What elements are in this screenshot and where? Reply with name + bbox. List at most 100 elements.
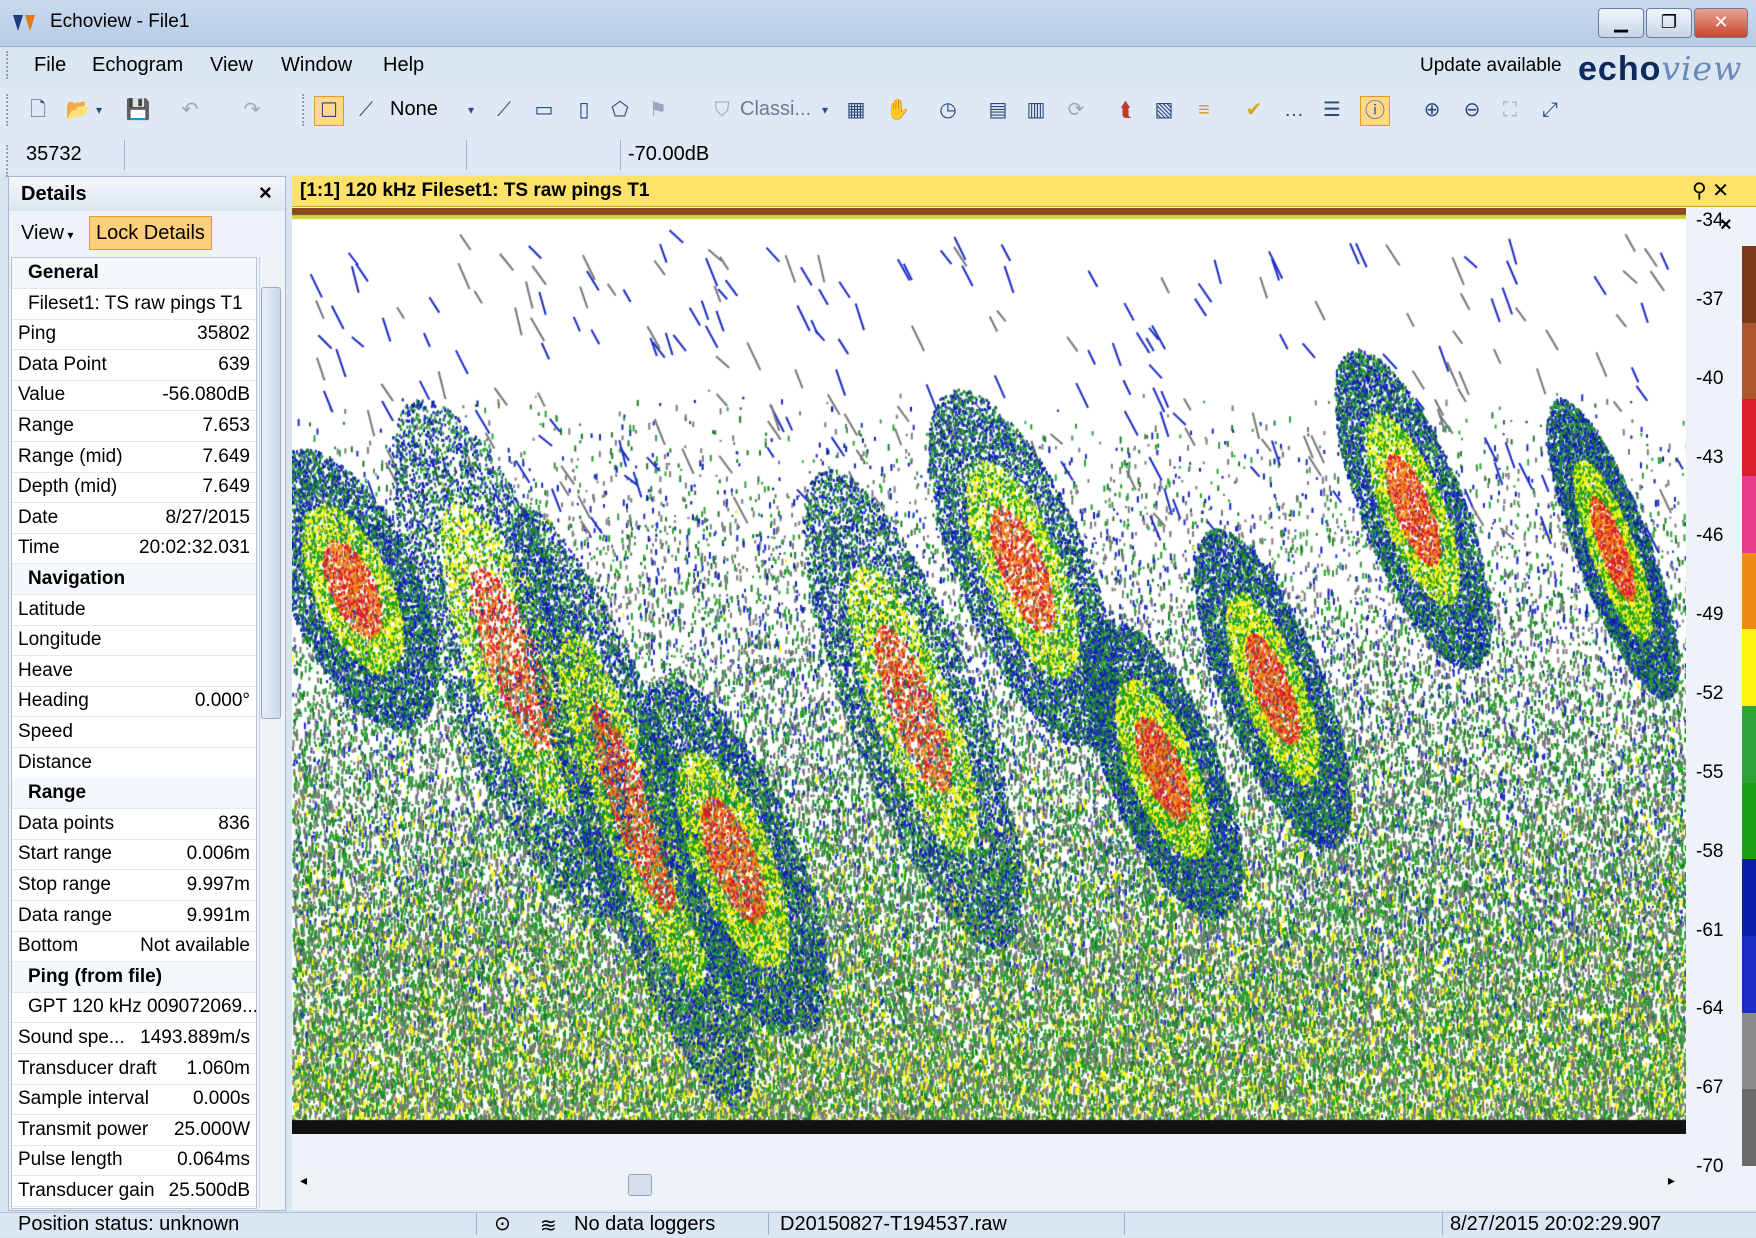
details-row[interactable]: Data range 9.991m bbox=[12, 901, 256, 932]
zoom-in-icon[interactable]: ⊕ bbox=[1418, 96, 1446, 124]
details-row[interactable]: Bottom Not available bbox=[12, 931, 256, 963]
details-row[interactable]: Date 8/27/2015 bbox=[12, 503, 256, 534]
details-row[interactable]: Transducer gain 25.500dB bbox=[12, 1176, 256, 1207]
data-loggers-status: No data loggers bbox=[574, 1213, 716, 1235]
variable-properties-icon[interactable]: ▥ bbox=[1022, 96, 1050, 124]
more-icon[interactable]: … bbox=[1280, 96, 1308, 124]
horizontal-band-icon[interactable]: ▭ bbox=[530, 96, 558, 124]
details-value: 7.649 bbox=[202, 476, 250, 498]
details-view-menu[interactable]: View ▾ bbox=[21, 222, 73, 245]
region-tool-icon[interactable]: ⚑ bbox=[644, 96, 672, 124]
echogram-hscrollbar[interactable]: ◂ ▸ bbox=[292, 1172, 1692, 1196]
details-row[interactable]: Sample interval 0.000s bbox=[12, 1084, 256, 1116]
details-title: Details bbox=[21, 183, 87, 205]
vertical-band-icon[interactable]: ▯ bbox=[570, 96, 598, 124]
undo-icon[interactable]: ↶ bbox=[176, 96, 204, 124]
menu-file[interactable]: File bbox=[34, 54, 66, 77]
color-scale-label: -70 bbox=[1696, 1156, 1724, 1177]
open-dropdown-icon[interactable]: ▾ bbox=[92, 96, 106, 124]
echogram-close-icon[interactable]: ✕ bbox=[1712, 180, 1729, 202]
zoom-fit-icon[interactable]: ⤢ bbox=[1536, 96, 1564, 124]
zoom-out-icon[interactable]: ⊖ bbox=[1458, 96, 1486, 124]
details-row[interactable]: Fileset1: TS raw pings T1 bbox=[12, 289, 256, 320]
polyline-icon[interactable]: ⟋ bbox=[490, 96, 518, 124]
classification-icon[interactable]: ⛉ bbox=[708, 96, 736, 124]
calculator-icon[interactable]: ▦ bbox=[842, 96, 870, 124]
refresh-icon[interactable]: ⟳ bbox=[1062, 96, 1090, 124]
details-section-header[interactable]: Navigation bbox=[12, 564, 256, 595]
save-icon[interactable]: 💾 bbox=[124, 96, 152, 124]
layers-icon[interactable]: ≡ bbox=[1190, 96, 1218, 124]
details-row[interactable]: Stop range 9.997m bbox=[12, 870, 256, 901]
details-section-header[interactable]: Ping (from file) bbox=[12, 961, 256, 993]
details-row[interactable]: Transmit power 25.000W bbox=[12, 1115, 256, 1146]
details-row[interactable]: Value -56.080dB bbox=[12, 380, 256, 412]
details-row[interactable]: Sound spe... 1493.889m/s bbox=[12, 1023, 256, 1054]
details-row[interactable]: Heave bbox=[12, 656, 256, 687]
menu-echogram[interactable]: Echogram bbox=[92, 54, 183, 77]
menu-help[interactable]: Help bbox=[383, 54, 424, 77]
echogram-canvas[interactable] bbox=[292, 208, 1686, 1134]
redo-icon[interactable]: ↷ bbox=[238, 96, 266, 124]
graph-icon[interactable]: ⮬ bbox=[1112, 96, 1140, 124]
details-row[interactable]: Pulse length 0.064ms bbox=[12, 1145, 256, 1177]
open-folder-icon[interactable]: 📂 bbox=[64, 96, 92, 124]
details-section-header[interactable]: General bbox=[12, 258, 256, 289]
echogram-scroll-thumb[interactable] bbox=[628, 1174, 652, 1196]
details-row[interactable]: GPT 120 kHz 009072069... bbox=[12, 992, 256, 1024]
details-value: 1493.889m/s bbox=[140, 1027, 250, 1048]
check-icon[interactable]: ✔ bbox=[1240, 96, 1268, 124]
details-key: Ping (from file) bbox=[28, 965, 163, 987]
polygon-icon[interactable]: ⬠ bbox=[606, 96, 634, 124]
properties-icon[interactable]: ▤ bbox=[984, 96, 1012, 124]
echogram-window: [1:1] 120 kHz Fileset1: TS raw pings T1 … bbox=[292, 176, 1756, 1210]
details-value: 0.000s bbox=[192, 1088, 250, 1110]
details-section-header[interactable]: Range bbox=[12, 778, 256, 810]
details-row[interactable]: Data points 836 bbox=[12, 809, 256, 840]
details-key: Range bbox=[18, 415, 74, 436]
time-clock-icon[interactable]: ◷ bbox=[934, 96, 962, 124]
details-row[interactable]: Time 20:02:32.031 bbox=[12, 533, 256, 565]
details-row[interactable]: Transducer draft 1.060m bbox=[12, 1054, 256, 1085]
grid-icon[interactable]: ▧ bbox=[1150, 96, 1178, 124]
menu-view[interactable]: View bbox=[210, 54, 253, 77]
pin-icon[interactable]: ⚲ bbox=[1692, 180, 1707, 202]
details-value: 9.997m bbox=[186, 874, 250, 895]
update-available-link[interactable]: Update available bbox=[1420, 55, 1562, 77]
new-file-icon[interactable]: 🗋 bbox=[24, 96, 52, 124]
scroll-right-icon[interactable]: ▸ bbox=[1668, 1172, 1675, 1189]
line-mode-select[interactable]: None bbox=[390, 98, 438, 121]
classification-select[interactable]: Classi... bbox=[740, 98, 811, 121]
details-close-icon[interactable]: × bbox=[259, 180, 272, 206]
line-tool-icon[interactable]: ⟋ bbox=[352, 96, 380, 124]
minimize-button[interactable]: ▁ bbox=[1598, 8, 1644, 38]
line-mode-dropdown-icon[interactable]: ▾ bbox=[464, 96, 478, 124]
restore-button[interactable]: ❐ bbox=[1646, 8, 1692, 38]
info-icon[interactable]: ⓘ bbox=[1360, 96, 1390, 126]
details-row[interactable]: Range (mid) 7.649 bbox=[12, 442, 256, 473]
lock-details-button[interactable]: Lock Details bbox=[89, 216, 212, 250]
details-row[interactable]: Range 7.653 bbox=[12, 411, 256, 442]
details-row[interactable]: Data Point 639 bbox=[12, 350, 256, 381]
details-key: Range (mid) bbox=[18, 445, 123, 467]
stack-icon[interactable]: ☰ bbox=[1318, 96, 1346, 124]
details-row[interactable]: Speed bbox=[12, 717, 256, 748]
details-row[interactable]: Ping 35802 bbox=[12, 319, 256, 351]
details-row[interactable]: Latitude bbox=[12, 595, 256, 626]
details-row[interactable]: Longitude bbox=[12, 625, 256, 657]
more-status-icon[interactable]: ⊙ bbox=[494, 1211, 511, 1236]
details-row[interactable]: Heading 0.000° bbox=[12, 686, 256, 718]
zoom-extent-icon[interactable]: ⛶ bbox=[1496, 96, 1524, 124]
close-button[interactable]: ✕ bbox=[1694, 8, 1748, 38]
scroll-left-icon[interactable]: ◂ bbox=[300, 1172, 307, 1189]
classification-dropdown-icon[interactable]: ▾ bbox=[818, 96, 832, 124]
details-scroll-thumb[interactable] bbox=[261, 287, 281, 719]
menu-window[interactable]: Window bbox=[281, 54, 352, 77]
select-rectangle-icon[interactable]: ☐ bbox=[314, 96, 344, 126]
details-row[interactable]: Start range 0.006m bbox=[12, 839, 256, 871]
details-value: 20:02:32.031 bbox=[139, 537, 250, 559]
pan-hand-icon[interactable]: ✋ bbox=[884, 96, 912, 124]
details-row[interactable]: Distance bbox=[12, 748, 256, 779]
details-row[interactable]: Depth (mid) 7.649 bbox=[12, 472, 256, 504]
separator bbox=[768, 1213, 769, 1235]
